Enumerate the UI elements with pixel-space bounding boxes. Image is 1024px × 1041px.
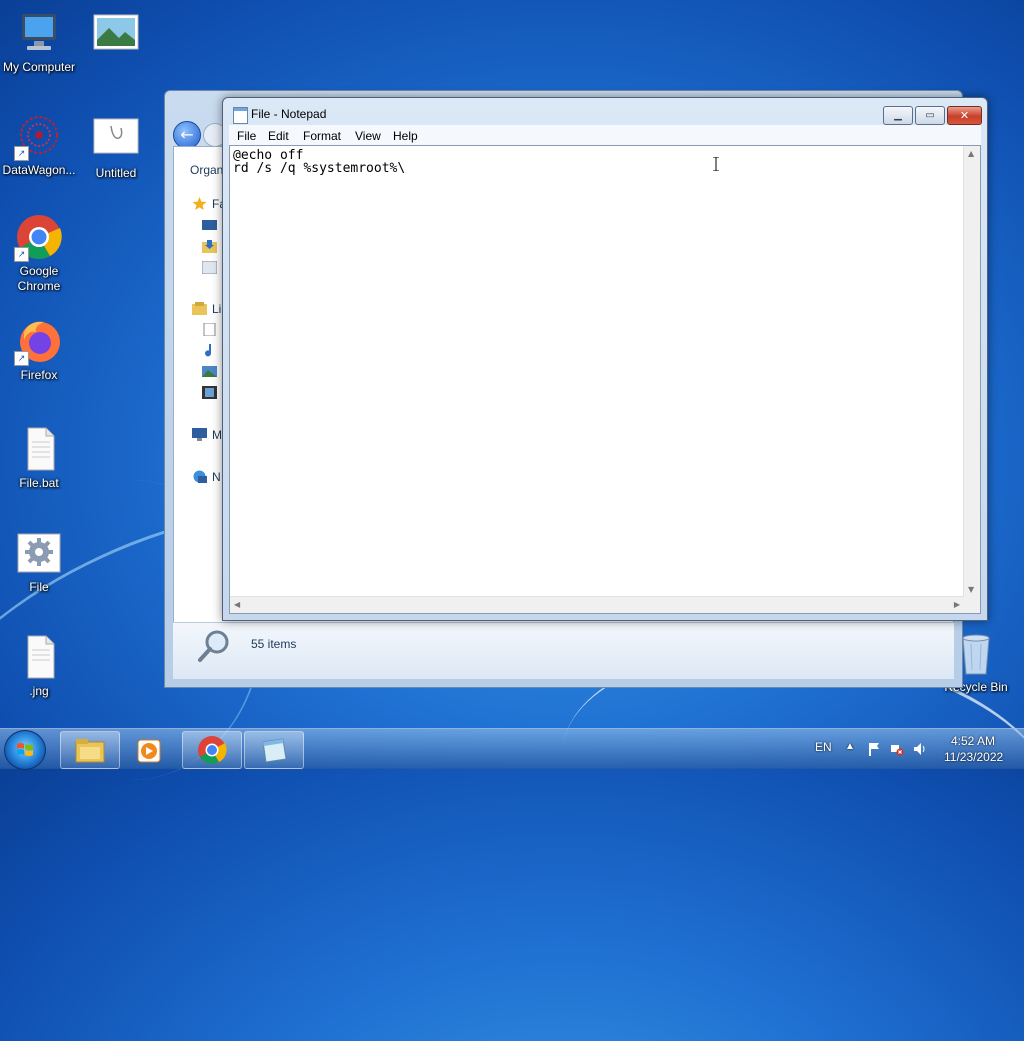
vertical-scrollbar[interactable]: ▲ ▼ bbox=[963, 146, 980, 597]
back-arrow-icon[interactable]: ← bbox=[173, 121, 201, 149]
taskbar-notepad-button[interactable] bbox=[244, 731, 304, 769]
clock-date[interactable]: 11/23/2022 bbox=[944, 750, 1003, 764]
scroll-left-arrow-icon[interactable]: ◀ bbox=[234, 600, 240, 609]
desktop-icon-firefox[interactable]: ↗ Firefox bbox=[0, 318, 78, 383]
action-center-flag-icon[interactable] bbox=[867, 742, 881, 756]
maximize-button[interactable]: ▭ bbox=[915, 106, 945, 125]
favorites-star-icon bbox=[192, 197, 207, 210]
text-editor[interactable]: @echo off rd /s /q %systemroot%\ ▲ ▼ ◀ ▶ bbox=[229, 145, 981, 614]
nav-libraries[interactable]: Li bbox=[212, 302, 221, 316]
desktop-icon-image[interactable] bbox=[77, 12, 155, 62]
window-title: File - Notepad bbox=[251, 107, 327, 121]
desktop-icon-jng[interactable]: .jng bbox=[0, 634, 78, 699]
recent-places-icon bbox=[202, 261, 217, 274]
taskbar-media-player-button[interactable] bbox=[121, 731, 177, 769]
desktop-icon-google-chrome[interactable]: ↗ Google Chrome bbox=[0, 214, 78, 294]
document-file-icon bbox=[16, 634, 62, 680]
image-file-icon bbox=[93, 116, 139, 162]
menu-edit[interactable]: Edit bbox=[268, 129, 289, 143]
desktop-icon-label: Google Chrome bbox=[17, 264, 61, 293]
downloads-folder-icon bbox=[202, 240, 217, 253]
desktop-icon-label: DataWagon... bbox=[2, 163, 76, 177]
notepad-icon bbox=[262, 738, 287, 763]
menu-help[interactable]: Help bbox=[393, 129, 418, 143]
show-hidden-icons-arrow-icon[interactable]: ▲ bbox=[845, 741, 855, 752]
desktop-icon-file[interactable]: File bbox=[0, 530, 78, 595]
desktop-icon-label: File bbox=[29, 580, 49, 594]
horizontal-scrollbar[interactable]: ◀ ▶ bbox=[230, 596, 964, 613]
shortcut-arrow-icon: ↗ bbox=[14, 247, 29, 262]
menu-file[interactable]: File bbox=[237, 129, 256, 143]
desktop-icon-datawagon[interactable]: ↗ DataWagon... bbox=[0, 113, 78, 178]
taskbar-explorer-button[interactable] bbox=[60, 731, 120, 769]
scroll-up-arrow-icon[interactable]: ▲ bbox=[968, 149, 974, 158]
menu-format[interactable]: Format bbox=[303, 129, 341, 143]
shortcut-arrow-icon: ↗ bbox=[14, 146, 29, 161]
desktop-icon-untitled[interactable]: Untitled bbox=[77, 116, 155, 181]
taskbar-chrome-button[interactable] bbox=[182, 731, 242, 769]
computer-icon bbox=[16, 10, 62, 56]
taskbar: EN ▲ 4:52 AM 11/23/2022 bbox=[0, 728, 1024, 770]
network-status-icon[interactable] bbox=[890, 742, 904, 756]
desktop-icon-label: File.bat bbox=[19, 476, 59, 490]
menu-bar: File Edit Format View Help bbox=[229, 125, 981, 145]
datawagon-icon: ↗ bbox=[14, 113, 62, 161]
item-count: 55 items bbox=[251, 637, 297, 651]
desktop-icon-label: Untitled bbox=[95, 166, 137, 180]
desktop-icon-file-bat[interactable]: File.bat bbox=[0, 426, 78, 491]
desktop-icon-label: My Computer bbox=[2, 60, 76, 74]
organize-button[interactable]: Organ bbox=[190, 163, 223, 177]
volume-icon[interactable] bbox=[913, 742, 927, 756]
nav-network[interactable]: N bbox=[212, 470, 221, 484]
chrome-icon bbox=[198, 736, 227, 764]
desktop-icon-my-computer[interactable]: My Computer bbox=[0, 10, 78, 75]
scroll-down-arrow-icon[interactable]: ▼ bbox=[968, 585, 974, 594]
pictures-icon bbox=[202, 366, 217, 377]
shortcut-arrow-icon: ↗ bbox=[14, 351, 29, 366]
settings-file-icon bbox=[16, 530, 62, 576]
language-indicator[interactable]: EN bbox=[815, 740, 832, 754]
documents-icon bbox=[203, 323, 216, 336]
explorer-status-bar: 55 items bbox=[173, 622, 954, 679]
landscape-image-icon bbox=[93, 12, 139, 58]
minimize-button[interactable]: ▁ bbox=[883, 106, 913, 125]
start-button[interactable] bbox=[4, 730, 46, 770]
editor-content[interactable]: @echo off rd /s /q %systemroot%\ bbox=[233, 149, 405, 175]
videos-icon bbox=[202, 386, 217, 399]
nav-my-computer[interactable]: M bbox=[212, 428, 222, 442]
batch-file-icon bbox=[16, 426, 62, 472]
desktop-icon-label: .jng bbox=[29, 684, 49, 698]
desktop-icon-label: Firefox bbox=[20, 368, 58, 382]
notepad-window[interactable]: File - Notepad ▁ ▭ ✕ File Edit Format Vi… bbox=[222, 97, 988, 621]
menu-view[interactable]: View bbox=[355, 129, 381, 143]
libraries-icon bbox=[192, 302, 207, 315]
network-icon bbox=[193, 470, 207, 483]
text-cursor-icon bbox=[713, 157, 719, 171]
computer-nav-icon bbox=[192, 428, 207, 441]
music-icon bbox=[205, 344, 212, 357]
media-player-icon bbox=[137, 739, 161, 763]
scroll-right-arrow-icon[interactable]: ▶ bbox=[954, 600, 960, 609]
firefox-icon: ↗ bbox=[14, 318, 62, 366]
scrollbar-corner bbox=[964, 597, 980, 613]
clock-time[interactable]: 4:52 AM bbox=[951, 734, 995, 748]
chrome-icon: ↗ bbox=[14, 214, 62, 262]
folder-icon bbox=[75, 739, 105, 763]
search-magnifier-icon bbox=[198, 630, 229, 662]
windows-logo-icon bbox=[17, 743, 33, 756]
notepad-icon bbox=[233, 107, 248, 124]
close-button[interactable]: ✕ bbox=[947, 106, 982, 125]
desktop-icon bbox=[202, 220, 217, 230]
